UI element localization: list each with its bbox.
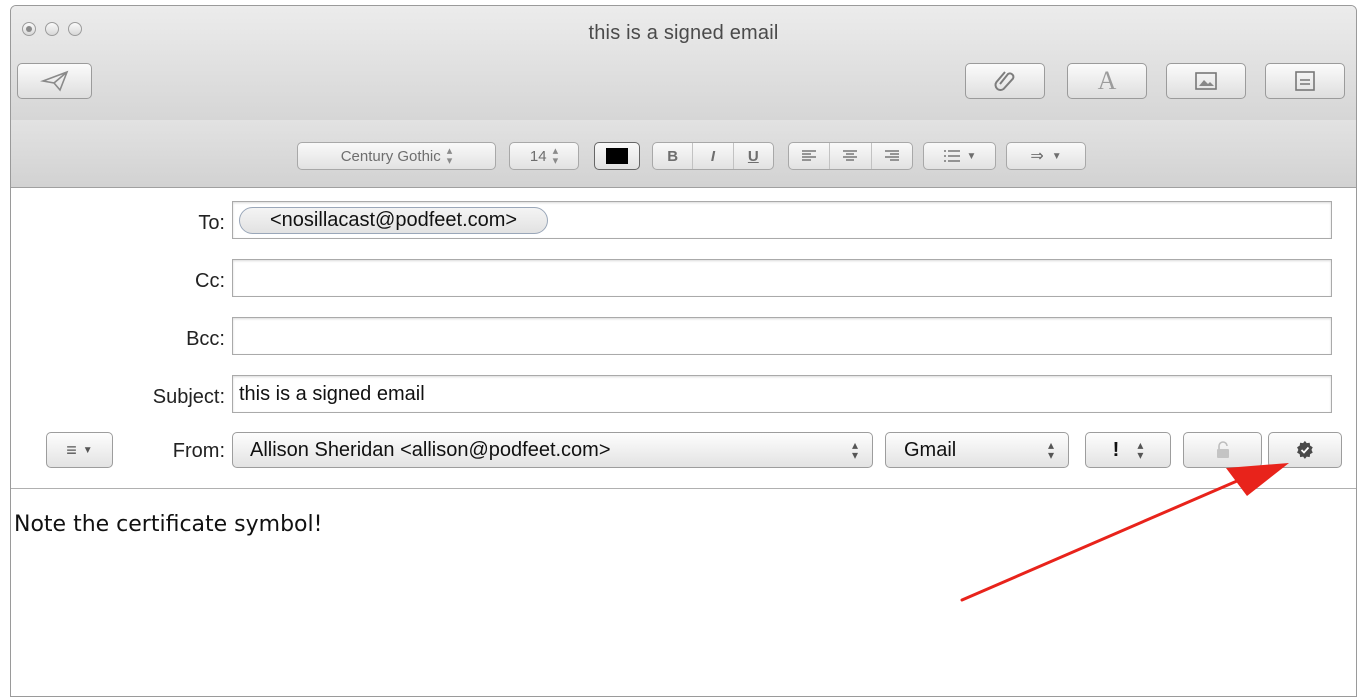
align-center-button[interactable] — [829, 143, 870, 169]
header-body-divider — [11, 488, 1356, 489]
from-value: Allison Sheridan <allison@podfeet.com> — [250, 438, 611, 461]
updown-arrows-icon: ▴ ▾ — [1047, 438, 1054, 462]
sign-button[interactable] — [1268, 432, 1342, 468]
underline-button[interactable]: U — [732, 143, 773, 169]
indent-arrow-icon: ⇒ — [1030, 148, 1044, 165]
photo-browser-button[interactable] — [1166, 63, 1246, 99]
bcc-field[interactable] — [232, 317, 1332, 355]
align-right-icon — [884, 150, 899, 161]
chevron-down-icon: ▼ — [1051, 150, 1062, 162]
fonts-icon: A — [1097, 66, 1117, 95]
priority-popup[interactable]: ! ▴ ▾ — [1085, 432, 1171, 468]
fonts-button[interactable]: A — [1067, 63, 1147, 99]
priority-value: ! — [1112, 438, 1120, 461]
window-title: this is a signed email — [588, 22, 779, 44]
encrypt-button[interactable] — [1183, 432, 1262, 468]
account-popup[interactable]: Gmail ▴ ▾ — [885, 432, 1069, 468]
alignment-segmented-control — [788, 142, 913, 170]
indent-popup[interactable]: ⇒ ▼ — [1006, 142, 1086, 170]
stationery-icon — [1295, 71, 1315, 91]
updown-arrows-icon: ▴ ▾ — [1137, 438, 1144, 462]
from-popup[interactable]: Allison Sheridan <allison@podfeet.com> ▴… — [232, 432, 873, 468]
subject-field[interactable]: this is a signed email — [232, 375, 1332, 413]
photo-browser-icon — [1195, 72, 1217, 90]
align-right-button[interactable] — [870, 143, 912, 169]
attach-button[interactable] — [965, 63, 1045, 99]
message-body[interactable]: Note the certificate symbol! — [14, 512, 322, 537]
to-label: To: — [198, 212, 225, 234]
account-value: Gmail — [904, 438, 957, 461]
send-icon — [39, 70, 68, 92]
list-icon — [943, 150, 960, 162]
to-field[interactable]: <nosillacast@podfeet.com> — [232, 201, 1332, 239]
italic-button[interactable]: I — [692, 143, 732, 169]
certificate-seal-icon — [1297, 440, 1313, 459]
updown-arrows-icon: ▴ ▾ — [446, 145, 453, 167]
title-bar: this is a signed email A — [11, 6, 1356, 121]
font-family-label: Century Gothic — [340, 147, 441, 165]
bold-button[interactable]: B — [653, 143, 692, 169]
format-bar: Century Gothic ▴ ▾ 14 ▴ ▾ B I U ▼ ⇒ ▼ — [11, 120, 1356, 188]
style-segmented-control: B I U — [652, 142, 774, 170]
chevron-down-icon: ▼ — [966, 150, 977, 162]
recipient-token[interactable]: <nosillacast@podfeet.com> — [239, 207, 549, 234]
font-family-popup[interactable]: Century Gothic ▴ ▾ — [297, 142, 496, 170]
color-swatch — [606, 148, 628, 164]
lock-open-icon — [1216, 441, 1229, 458]
cc-label: Cc: — [195, 270, 225, 292]
from-label: From: — [172, 440, 225, 462]
font-size-popup[interactable]: 14 ▴ ▾ — [509, 142, 579, 170]
cc-field[interactable] — [232, 259, 1332, 297]
list-popup[interactable]: ▼ — [923, 142, 996, 170]
align-left-icon — [802, 150, 817, 161]
updown-arrows-icon: ▴ ▾ — [552, 145, 559, 167]
mail-compose-window: this is a signed email A Century Gothic … — [10, 5, 1357, 697]
bcc-label: Bcc: — [186, 328, 225, 350]
text-color-well[interactable] — [594, 142, 640, 170]
subject-label: Subject: — [152, 386, 225, 408]
paperclip-icon — [994, 71, 1015, 91]
send-button[interactable] — [17, 63, 92, 99]
stationery-button[interactable] — [1265, 63, 1345, 99]
font-size-label: 14 — [529, 147, 547, 165]
align-left-button[interactable] — [789, 143, 829, 169]
align-center-icon — [843, 150, 858, 161]
updown-arrows-icon: ▴ ▾ — [851, 438, 858, 462]
